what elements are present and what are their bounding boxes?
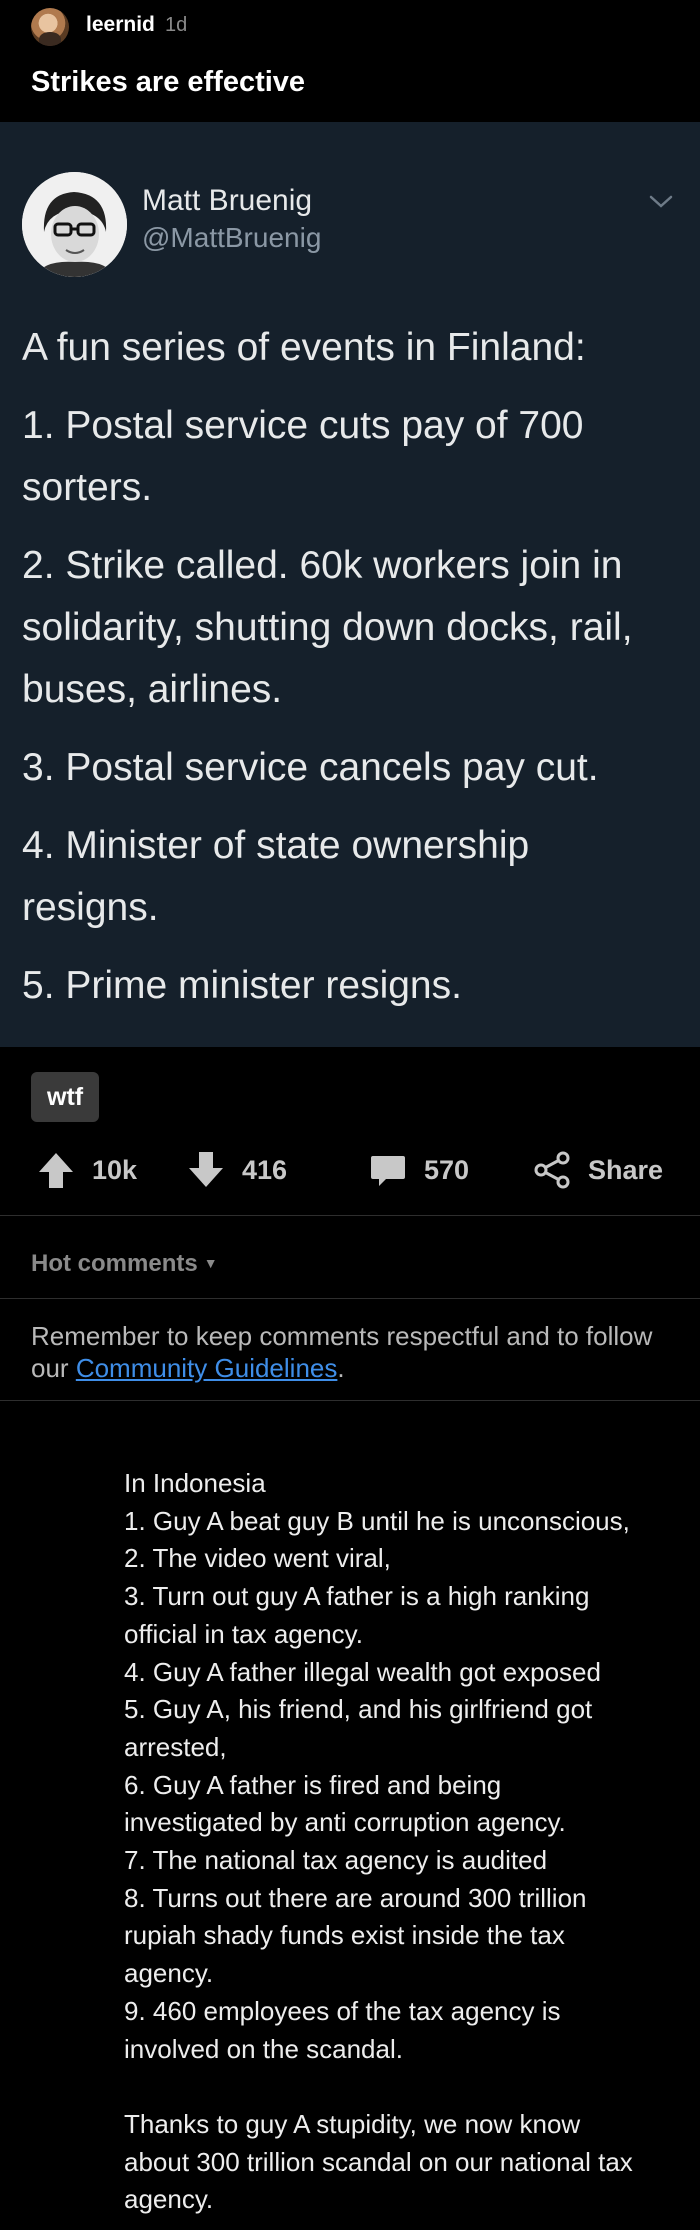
tweet-line: A fun series of events in Finland: — [22, 326, 586, 369]
comment-sort-dropdown[interactable]: Hot comments ▼ — [31, 1250, 218, 1278]
tweet-line: 2. Strike called. 60k workers join in — [22, 544, 623, 587]
comment-line: 7. The national tax agency is audited — [124, 1845, 548, 1876]
downvote-arrow-icon — [189, 1152, 223, 1187]
tweet-author-avatar — [22, 172, 127, 277]
comment-line: involved on the scandal. — [124, 2033, 403, 2064]
tweet-line: solidarity, shutting down docks, rail, — [22, 606, 633, 649]
upvote-count: 10k — [92, 1154, 138, 1185]
comment-line: rupiah shady funds exist inside the tax — [124, 1920, 565, 1951]
downvote-count: 416 — [242, 1154, 288, 1185]
comment-line: investigated by anti corruption agency. — [124, 1807, 566, 1838]
comment-line: 2. The video went viral, — [124, 1543, 391, 1574]
tweet-line: 5. Prime minister resigns. — [22, 964, 462, 1007]
comment-line: 8. Turns out there are around 300 trilli… — [124, 1882, 587, 1913]
comment-body: In Indonesia 1. Guy A beat guy B until h… — [124, 1465, 679, 2219]
tweet-line: resigns. — [22, 886, 159, 929]
post-title[interactable]: Strikes are effective — [31, 66, 305, 99]
user-avatar[interactable] — [31, 8, 69, 46]
comment-bubble-icon — [371, 1156, 405, 1186]
tweet-line: sorters. — [22, 466, 153, 509]
tweet-line: 1. Postal service cuts pay of 700 — [22, 404, 584, 447]
share-button[interactable]: Share — [532, 1140, 663, 1200]
comment-line: 6. Guy A father is fired and being — [124, 1769, 502, 1800]
community-guidelines-notice: Remember to keep comments respectful and… — [31, 1320, 671, 1384]
comment-count: 570 — [424, 1154, 470, 1185]
comment-line: In Indonesia — [124, 1468, 266, 1498]
comment-line: 5. Guy A, his friend, and his girlfriend… — [124, 1694, 593, 1725]
comment-sort-label: Hot comments — [31, 1250, 198, 1277]
tweet-line: buses, airlines. — [22, 668, 283, 711]
comment-line: about 300 trillion scandal on our nation… — [124, 2146, 633, 2177]
divider — [0, 1400, 700, 1401]
tweet-line: 3. Postal service cancels pay cut. — [22, 746, 599, 789]
comment-line: 4. Guy A father illegal wealth got expos… — [124, 1656, 601, 1687]
comment-blank-line — [124, 2068, 679, 2106]
post-flair[interactable]: wtf — [31, 1072, 100, 1122]
post-header: leernid 1d Strikes are effective — [0, 0, 700, 122]
share-label: Share — [588, 1154, 664, 1185]
share-icon — [534, 1151, 570, 1189]
guidelines-end: . — [337, 1353, 345, 1383]
tweet-author-name: Matt Bruenig — [142, 184, 313, 217]
post-age: 1d — [165, 14, 188, 36]
community-guidelines-link[interactable]: Community Guidelines — [76, 1353, 338, 1383]
comment-line: agency. — [124, 2184, 214, 2215]
comment-line: agency. — [124, 1958, 214, 1989]
tweet-line: 4. Minister of state ownership — [22, 824, 530, 867]
comment-line: 3. Turn out guy A father is a high ranki… — [124, 1581, 590, 1612]
chevron-down-icon — [649, 195, 673, 208]
divider — [0, 1298, 700, 1299]
comment-line: official in tax agency. — [124, 1618, 363, 1649]
comment-line: arrested, — [124, 1731, 227, 1762]
tweet-text: A fun series of events in Finland: 1. Po… — [22, 317, 682, 1017]
comment-line: 1. Guy A beat guy B until he is unconsci… — [124, 1505, 630, 1536]
caret-down-icon: ▼ — [203, 1255, 218, 1271]
divider — [0, 1215, 700, 1216]
tweet-screenshot-image[interactable]: Matt Bruenig @MattBruenig A fun series o… — [0, 122, 700, 1047]
post-action-bar: 10k 416 570 Share — [0, 1140, 700, 1200]
post-username[interactable]: leernid — [86, 13, 155, 37]
upvote-arrow-icon — [39, 1153, 73, 1188]
tweet-author-handle: @MattBruenig — [142, 222, 322, 253]
upvote-button[interactable]: 10k — [36, 1140, 137, 1200]
comment-line: 9. 460 employees of the tax agency is — [124, 1995, 561, 2026]
comments-button[interactable]: 570 — [368, 1140, 469, 1200]
comment-line: Thanks to guy A stupidity, we now know — [124, 2108, 581, 2139]
downvote-button[interactable]: 416 — [186, 1140, 287, 1200]
